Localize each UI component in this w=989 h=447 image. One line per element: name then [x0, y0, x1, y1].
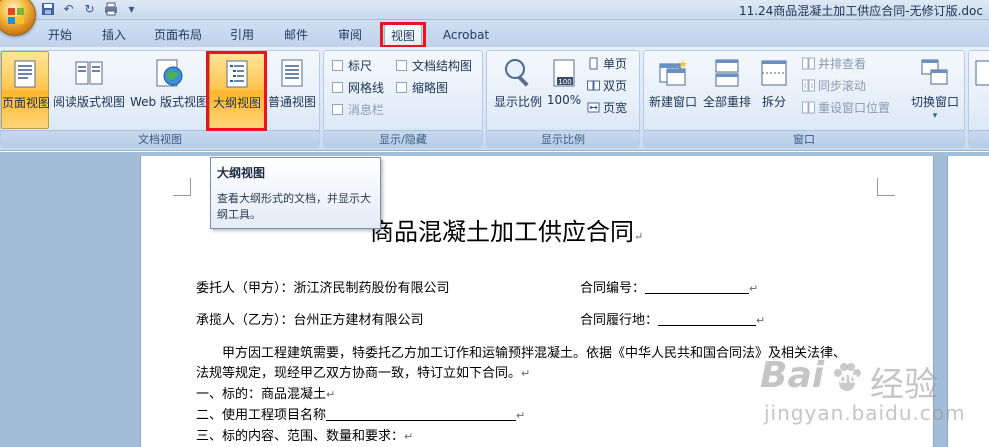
- group-label-zoom: 显示比例: [487, 130, 639, 147]
- doc-line-place: 合同履行地： ↵: [580, 313, 766, 328]
- tooltip-body: 查看大纲形式的文档，并显示大纲工具。: [217, 192, 371, 221]
- outline-view-highlight: [206, 51, 267, 131]
- one-page-button[interactable]: 单页: [587, 55, 627, 73]
- ruler-checkbox-box[interactable]: [332, 60, 343, 71]
- draft-view-button[interactable]: 普通视图: [265, 51, 319, 129]
- redo-icon[interactable]: ↻: [82, 2, 97, 17]
- print-layout-button[interactable]: 页面视图: [1, 51, 50, 129]
- document-heading: 商品混凝土加工供应合同↵: [370, 218, 644, 246]
- title-bar: ↶ ↻ ▾ 11.24商品混凝土加工供应合同-无修订版.doc: [0, 0, 989, 36]
- save-icon[interactable]: [40, 2, 55, 17]
- qat-dropdown-icon[interactable]: ▾: [124, 2, 139, 17]
- tab-page-layout[interactable]: 页面布局: [148, 24, 208, 46]
- group-zoom: 显示比例 100 100% 单页 双页 页宽 显示比例: [486, 50, 640, 148]
- group-label-macros-partial: [969, 130, 989, 147]
- arrange-all-button[interactable]: 全部重排: [700, 51, 754, 129]
- doc-line-item-2: 二、使用工程项目名称 ↵: [196, 408, 526, 423]
- quick-access-toolbar: ↶ ↻ ▾: [40, 2, 139, 17]
- web-layout-icon: [156, 59, 183, 87]
- tab-mailings[interactable]: 邮件: [276, 24, 316, 46]
- draft-view-icon: [281, 59, 303, 87]
- page-width-button[interactable]: 页宽: [587, 99, 627, 117]
- document-map-checkbox-box[interactable]: [396, 60, 407, 71]
- new-window-button[interactable]: 新建窗口: [646, 51, 700, 129]
- thumbnails-checkbox-box[interactable]: [396, 82, 407, 93]
- side-by-side-icon: [802, 57, 815, 70]
- two-pages-icon: [587, 80, 600, 91]
- tab-insert[interactable]: 插入: [94, 24, 134, 46]
- reading-view-icon: [75, 61, 103, 85]
- watermark-brand: Bai: [760, 355, 825, 396]
- ribbon-tabs: 开始 插入 页面布局 引用 邮件 审阅 视图 Acrobat: [0, 20, 989, 48]
- group-label-show-hide: 显示/隐藏: [324, 130, 482, 147]
- sync-scroll-icon: [802, 79, 815, 92]
- svg-text:100: 100: [558, 78, 571, 86]
- split-button[interactable]: 拆分: [754, 51, 794, 129]
- doc-line-body-2: 法规等规定，现经甲乙双方协商一致，特订立如下合同。↵: [196, 366, 531, 381]
- page-width-icon: [587, 102, 600, 113]
- margin-corner-top-right: [877, 178, 895, 196]
- ruler-checkbox[interactable]: 标尺: [332, 57, 372, 75]
- gridlines-checkbox-box[interactable]: [332, 82, 343, 93]
- print-icon[interactable]: [103, 2, 118, 17]
- group-window: 新建窗口 全部重排 拆分 并排查看 同步滚动 重设窗口位置 切换窗口 ▾ 窗口: [643, 50, 965, 148]
- office-logo-icon: [8, 8, 24, 24]
- undo-icon[interactable]: ↶: [61, 2, 76, 17]
- group-label-document-views: 文档视图: [1, 130, 319, 147]
- reset-window-position-button[interactable]: 重设窗口位置: [802, 99, 890, 117]
- split-icon: [761, 60, 787, 86]
- new-window-icon: [659, 60, 687, 86]
- doc-line-contractor: 承揽人（乙方）：台州正方建材有限公司: [196, 313, 424, 328]
- thumbnails-checkbox[interactable]: 缩略图: [396, 79, 448, 97]
- margin-corner-top-left: [173, 178, 191, 196]
- one-page-icon: [589, 57, 598, 70]
- zoom-button[interactable]: 显示比例: [489, 51, 547, 129]
- document-map-checkbox[interactable]: 文档结构图: [396, 57, 472, 75]
- window-title: 11.24商品混凝土加工供应合同-无修订版.doc: [738, 4, 983, 18]
- zoom-100-button[interactable]: 100 100%: [545, 51, 583, 129]
- watermark-paw-text: du: [838, 371, 858, 387]
- switch-windows-button[interactable]: 切换窗口 ▾: [906, 51, 964, 129]
- baidu-watermark: Bai du 经验 jingyan.baidu.com: [760, 355, 985, 445]
- watermark-url: jingyan.baidu.com: [764, 401, 966, 425]
- message-bar-checkbox[interactable]: 消息栏: [332, 101, 384, 119]
- tab-home[interactable]: 开始: [40, 24, 80, 46]
- doc-line-contract-no: 合同编号： ↵: [580, 281, 759, 296]
- synchronous-scrolling-button[interactable]: 同步滚动: [802, 77, 866, 95]
- doc-line-item-1: 一、标的：商品混凝土↵: [196, 387, 336, 402]
- switch-windows-dropdown-icon[interactable]: ▾: [906, 111, 964, 121]
- tab-acrobat[interactable]: Acrobat: [436, 24, 496, 46]
- watermark-cn: 经验: [870, 365, 938, 405]
- doc-line-client: 委托人（甲方）：浙江济民制药股份有限公司: [196, 281, 450, 296]
- group-label-window: 窗口: [644, 130, 964, 147]
- macros-button[interactable]: [971, 51, 989, 129]
- tooltip-title: 大纲视图: [217, 166, 266, 180]
- reset-position-icon: [802, 101, 815, 114]
- print-layout-icon: [14, 60, 36, 88]
- tab-references[interactable]: 引用: [222, 24, 262, 46]
- web-layout-button[interactable]: Web 版式视图: [129, 51, 209, 129]
- macros-icon: [975, 60, 989, 86]
- group-macros-partial: [968, 50, 989, 148]
- tab-review[interactable]: 审阅: [330, 24, 370, 46]
- message-bar-checkbox-box[interactable]: [332, 104, 343, 115]
- zoom-100-icon: 100: [553, 59, 575, 87]
- full-screen-reading-button[interactable]: 阅读版式视图: [51, 51, 127, 129]
- doc-line-body-1: 甲方因工程建筑需要，特委托乙方加工订作和运输预拌混凝土。依据《中华人民共和国合同…: [222, 346, 847, 361]
- magnifier-icon: [505, 59, 529, 87]
- gridlines-checkbox[interactable]: 网格线: [332, 79, 384, 97]
- ribbon: 页面视图 阅读版式视图 Web 版式视图 大纲视图 普通视图 文档视图 标尺 文…: [0, 47, 989, 151]
- group-show-hide: 标尺 文档结构图 网格线 缩略图 消息栏 显示/隐藏: [323, 50, 483, 148]
- two-pages-button[interactable]: 双页: [587, 77, 627, 95]
- view-side-by-side-button[interactable]: 并排查看: [802, 55, 866, 73]
- view-tab-highlight: [380, 22, 426, 48]
- switch-windows-icon: [921, 59, 948, 85]
- doc-line-item-3: 三、标的内容、范围、数量和要求：↵: [196, 429, 414, 444]
- arrange-all-icon: [715, 59, 739, 87]
- group-document-views: 页面视图 阅读版式视图 Web 版式视图 大纲视图 普通视图 文档视图: [0, 50, 320, 148]
- outline-view-tooltip: 大纲视图 查看大纲形式的文档，并显示大纲工具。: [210, 157, 381, 229]
